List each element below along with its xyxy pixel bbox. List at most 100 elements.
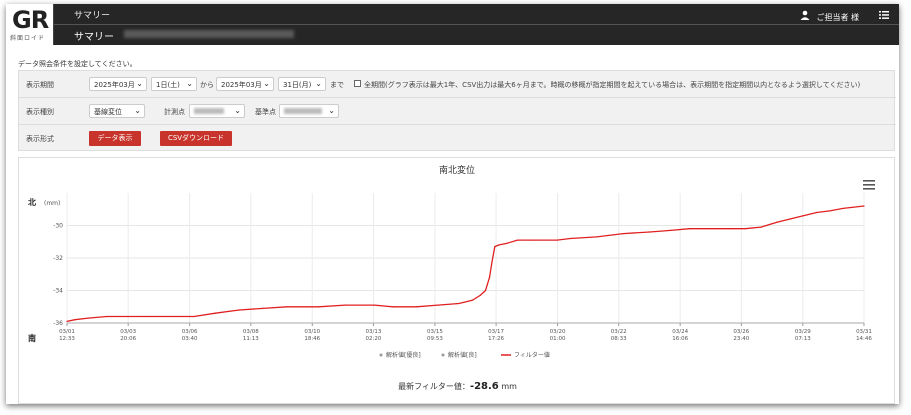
data-point — [863, 205, 865, 207]
app-window: GR 斜面ロイド サマリー サマリー ご担当者 様 データ照会条件を設定してくだ… — [6, 4, 899, 404]
data-point — [491, 260, 493, 262]
data-point — [262, 307, 264, 309]
x-tick-date: 03/31 — [856, 329, 872, 335]
legend-marker — [379, 353, 383, 357]
menu-icon[interactable] — [879, 11, 889, 19]
start-month-select[interactable]: 2025年03月 ⌄ — [89, 77, 147, 91]
data-point — [789, 218, 791, 220]
logo-subtext: 斜面ロイド — [10, 35, 46, 42]
data-point — [728, 228, 730, 230]
latest-value-unit: mm — [501, 382, 517, 391]
base-point-select[interactable]: ⌄ — [279, 104, 339, 118]
x-tick-date: 03/08 — [243, 329, 259, 335]
legend-label: 解析値[良] — [448, 351, 477, 359]
x-tick-time: 01:00 — [550, 336, 566, 342]
y-tick-label: -32 — [53, 255, 63, 262]
data-point — [484, 289, 487, 292]
legend-marker — [441, 353, 445, 357]
data-point — [488, 276, 491, 279]
format-row: 表示形式 データ表示 CSVダウンロード — [19, 125, 896, 152]
csv-download-button[interactable]: CSVダウンロード — [160, 131, 232, 146]
query-form: 表示期間 2025年03月 ⌄ 1日(土) ⌄ から 2025年03月 ⌄ 31日(月… — [18, 70, 896, 152]
display-type-select[interactable]: 基線変位 ⌄ — [89, 104, 145, 118]
x-tick-time: 16:06 — [672, 336, 688, 342]
page-title: サマリー — [74, 32, 114, 43]
redacted-point — [194, 108, 224, 114]
from-text: から — [200, 81, 214, 89]
redacted-base-point — [284, 108, 322, 114]
x-tick-time: 02:20 — [366, 336, 382, 342]
redacted-site-name — [124, 30, 294, 38]
data-point — [569, 237, 571, 240]
data-point — [193, 315, 195, 318]
data-point — [74, 319, 76, 321]
nav-divider — [54, 24, 899, 25]
data-point — [815, 211, 818, 214]
x-tick-date: 03/24 — [672, 329, 688, 335]
user-name[interactable]: ご担当者 様 — [816, 12, 859, 23]
data-point — [66, 320, 68, 322]
x-tick-time: 18:46 — [304, 336, 320, 342]
end-day-select[interactable]: 31日(月) ⌄ — [278, 77, 326, 91]
data-point — [145, 315, 148, 318]
end-month-value: 2025年03月 — [221, 81, 262, 89]
chevron-down-icon: ⌄ — [136, 79, 143, 88]
end-month-select[interactable]: 2025年03月 ⌄ — [216, 77, 274, 91]
all-period-checkbox[interactable] — [354, 80, 361, 87]
latest-value-number: -28.6 — [469, 381, 499, 392]
data-point — [458, 302, 460, 305]
y-axis-unit: (mm) — [44, 200, 60, 207]
start-month-value: 2025年03月 — [94, 81, 135, 89]
x-tick-time: 23:40 — [733, 336, 749, 342]
y-tick-label: -30 — [53, 223, 63, 230]
point-label: 計測点 — [164, 108, 185, 116]
data-point — [318, 306, 320, 308]
data-point — [392, 306, 394, 308]
x-tick-time: 12:33 — [59, 336, 75, 342]
x-tick-date: 03/17 — [488, 329, 504, 335]
data-point — [214, 312, 216, 314]
nav-summary-link[interactable]: サマリー — [74, 8, 110, 21]
chart-svg: 南北変位北 (mm) 南 -30 -32 -34 -36 03/0112:33 03/0320:… — [28, 164, 872, 359]
data-point — [649, 231, 651, 233]
logo[interactable]: GR 斜面ロイド — [6, 4, 54, 45]
legend-label: 解析値[優良] — [386, 351, 421, 359]
data-point — [437, 304, 439, 306]
chevron-down-icon: ⌄ — [315, 79, 322, 88]
start-day-select[interactable]: 1日(土) ⌄ — [151, 77, 197, 91]
data-point — [532, 239, 534, 241]
series-line — [66, 205, 865, 323]
data-point — [498, 244, 500, 246]
top-bar: GR 斜面ロイド サマリー サマリー ご担当者 様 — [6, 4, 899, 45]
data-point — [556, 239, 558, 241]
latest-value-label: 最新フィルター値： — [398, 382, 470, 391]
x-tick-time: 17:26 — [488, 336, 504, 342]
x-tick-date: 03/15 — [427, 329, 443, 335]
x-tick-time: 08:33 — [611, 336, 627, 342]
x-tick-date: 03/29 — [795, 329, 811, 335]
point-select[interactable]: ⌄ — [189, 104, 245, 118]
chevron-down-icon: ⌄ — [234, 106, 241, 115]
data-display-button[interactable]: データ表示 — [89, 131, 141, 146]
data-point — [344, 304, 346, 306]
all-period-label: 全期間(グラフ表示は最大1年、CSV出力は最大6ヶ月まで。時概の移概が指定期間を… — [364, 81, 861, 89]
user-icon[interactable] — [799, 10, 811, 20]
data-point — [373, 304, 375, 306]
type-row: 表示種別 基線変位 ⌄ 計測点 ⌄ 基準点 ⌄ — [19, 98, 896, 125]
end-day-value: 31日(月) — [283, 81, 312, 89]
data-point — [238, 309, 240, 311]
chart-menu-icon[interactable] — [863, 180, 875, 190]
y-tick-label: -34 — [53, 288, 63, 295]
instruction-text: データ照会条件を設定してください。 — [18, 60, 137, 68]
latest-value: 最新フィルター値：-28.6 mm — [19, 381, 896, 392]
data-point — [842, 207, 844, 210]
y-top-label: 北 — [28, 197, 36, 207]
x-tick-time: 11:13 — [243, 336, 259, 342]
data-point — [286, 306, 288, 308]
data-point — [688, 228, 691, 230]
data-point — [776, 221, 778, 223]
start-day-value: 1日(土) — [156, 81, 180, 89]
data-point — [87, 317, 89, 319]
x-tick-time: 14:46 — [856, 336, 872, 342]
data-point — [516, 239, 518, 241]
